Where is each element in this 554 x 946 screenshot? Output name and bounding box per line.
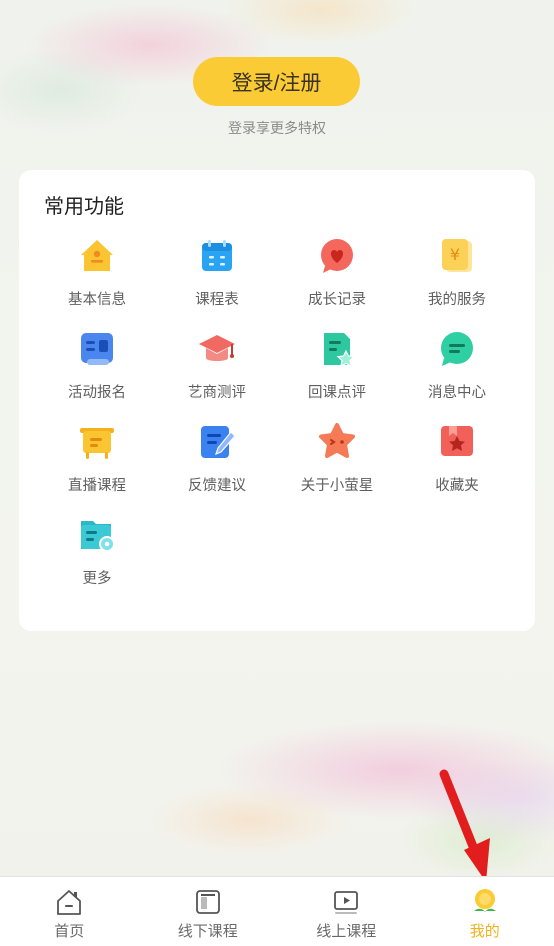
bottom-tab-bar: 首页 线下课程 线上课程 我的 bbox=[0, 876, 554, 946]
more-settings-icon bbox=[81, 521, 115, 552]
function-item-my-services[interactable]: ¥ 我的服务 bbox=[397, 236, 517, 329]
tab-mine[interactable]: 我的 bbox=[416, 877, 554, 946]
function-item-basic-info[interactable]: 基本信息 bbox=[37, 236, 157, 329]
common-functions-card: 常用功能 基本信息 课程表 成长记录 ¥ 我的服务 活动报名 艺商测评 回课点评… bbox=[19, 170, 535, 631]
function-label: 回课点评 bbox=[308, 385, 366, 401]
function-label: 艺商测评 bbox=[188, 385, 246, 401]
profile-flower-icon bbox=[473, 889, 496, 912]
function-label: 反馈建议 bbox=[188, 478, 246, 494]
red-pointer-arrow bbox=[439, 769, 490, 882]
function-label: 直播课程 bbox=[68, 478, 126, 494]
function-item-art-quotient-test[interactable]: 艺商测评 bbox=[157, 329, 277, 422]
feedback-pen-icon bbox=[201, 426, 236, 458]
tab-label: 线下课程 bbox=[177, 922, 238, 940]
function-label: 课程表 bbox=[195, 292, 239, 308]
function-label: 成长记录 bbox=[308, 292, 366, 308]
function-grid: 基本信息 课程表 成长记录 ¥ 我的服务 活动报名 艺商测评 回课点评 消息中心… bbox=[37, 236, 517, 608]
graduation-cap-icon bbox=[199, 335, 235, 361]
house-icon bbox=[81, 240, 113, 271]
easel-icon bbox=[80, 428, 114, 459]
bookmark-star-icon bbox=[441, 426, 473, 456]
function-item-live-courses[interactable]: 直播课程 bbox=[37, 422, 157, 515]
function-label: 消息中心 bbox=[428, 385, 486, 401]
calendar-icon bbox=[202, 240, 232, 271]
function-label: 更多 bbox=[82, 571, 112, 587]
login-subtitle: 登录享更多特权 bbox=[228, 121, 326, 137]
tab-label: 首页 bbox=[54, 922, 85, 940]
offline-course-icon bbox=[195, 890, 220, 914]
chat-bubble-icon bbox=[441, 332, 473, 366]
star-badge-icon bbox=[319, 423, 355, 458]
function-label: 基本信息 bbox=[68, 292, 126, 308]
tab-home[interactable]: 首页 bbox=[0, 877, 139, 946]
login-register-button[interactable]: 登录/注册 bbox=[193, 57, 360, 106]
tab-online-courses[interactable]: 线上课程 bbox=[277, 877, 416, 946]
function-label: 活动报名 bbox=[68, 385, 126, 401]
function-label: 收藏夹 bbox=[435, 478, 479, 494]
tab-label: 线上课程 bbox=[316, 922, 377, 940]
section-title: 常用功能 bbox=[44, 194, 124, 218]
function-item-activity-signup[interactable]: 活动报名 bbox=[37, 329, 157, 422]
yen-ticket-icon: ¥ bbox=[442, 239, 472, 272]
function-item-message-center[interactable]: 消息中心 bbox=[397, 329, 517, 422]
function-item-growth-record[interactable]: 成长记录 bbox=[277, 236, 397, 329]
home-icon bbox=[57, 890, 82, 915]
heart-bubble-icon bbox=[321, 239, 353, 273]
function-item-favorites[interactable]: 收藏夹 bbox=[397, 422, 517, 515]
function-label: 我的服务 bbox=[428, 292, 486, 308]
tab-offline-courses[interactable]: 线下课程 bbox=[139, 877, 278, 946]
online-course-icon bbox=[334, 891, 359, 914]
function-item-schedule[interactable]: 课程表 bbox=[157, 236, 277, 329]
function-label: 关于小萤星 bbox=[300, 478, 374, 494]
function-item-feedback[interactable]: 反馈建议 bbox=[157, 422, 277, 515]
svg-text:¥: ¥ bbox=[450, 245, 460, 264]
function-item-lesson-review[interactable]: 回课点评 bbox=[277, 329, 397, 422]
review-star-icon bbox=[324, 333, 356, 368]
registration-form-icon bbox=[81, 333, 113, 365]
function-item-about[interactable]: 关于小萤星 bbox=[277, 422, 397, 515]
tab-label: 我的 bbox=[469, 922, 500, 940]
function-item-more[interactable]: 更多 bbox=[37, 515, 157, 608]
